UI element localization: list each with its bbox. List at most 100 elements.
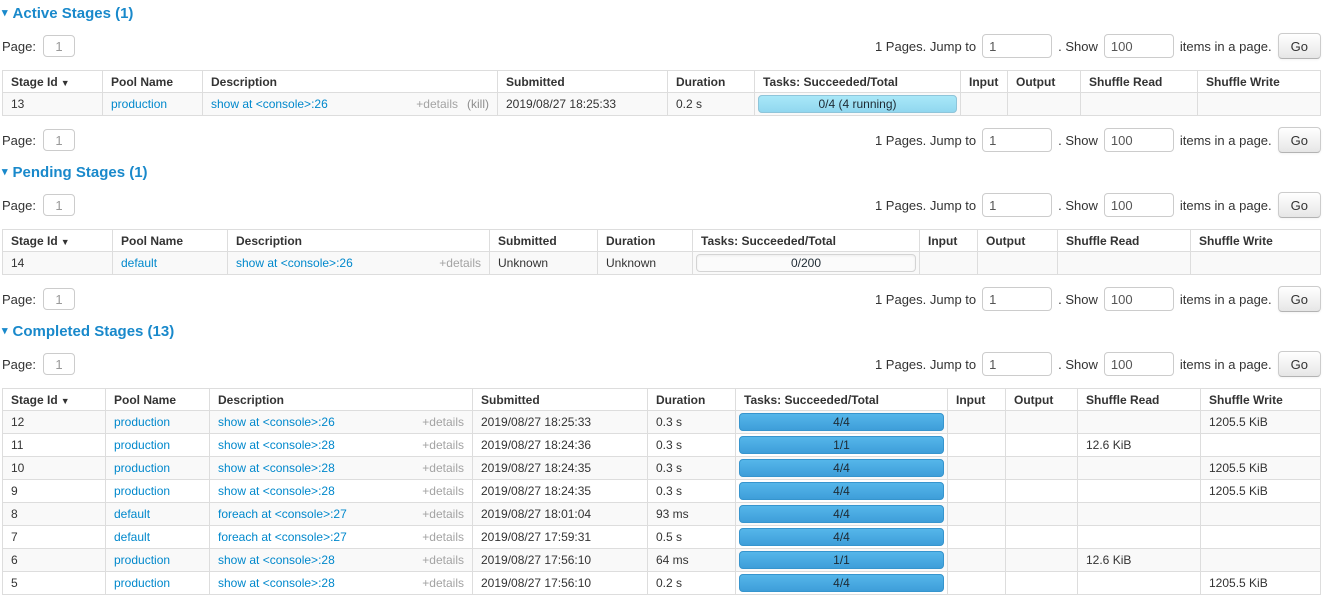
- column-header-tasks[interactable]: Tasks: Succeeded/Total: [736, 389, 948, 411]
- column-header-shuffle-read[interactable]: Shuffle Read: [1058, 230, 1191, 252]
- column-header-input[interactable]: Input: [948, 389, 1006, 411]
- pool-name-link[interactable]: production: [114, 415, 170, 429]
- column-header-shuffle-read[interactable]: Shuffle Read: [1081, 71, 1198, 93]
- pool-name-link[interactable]: default: [114, 530, 150, 544]
- details-toggle[interactable]: +details: [422, 576, 464, 590]
- stage-id-cell: 7: [3, 526, 106, 549]
- collapse-arrow-icon[interactable]: ▾: [2, 8, 8, 19]
- tasks-cell: 0/200: [693, 252, 920, 275]
- column-header-duration[interactable]: Duration: [668, 71, 755, 93]
- column-header-label: Pool Name: [111, 75, 173, 89]
- pool-name-link[interactable]: production: [114, 576, 170, 590]
- description-link[interactable]: show at <console>:28: [218, 461, 413, 475]
- description-link[interactable]: show at <console>:28: [218, 484, 413, 498]
- items-per-page-input[interactable]: [1104, 193, 1174, 217]
- column-header-description[interactable]: Description: [203, 71, 498, 93]
- details-toggle[interactable]: +details: [422, 553, 464, 567]
- items-per-page-input[interactable]: [1104, 287, 1174, 311]
- column-header-output[interactable]: Output: [1008, 71, 1081, 93]
- collapse-arrow-icon[interactable]: ▾: [2, 326, 8, 337]
- description-link[interactable]: foreach at <console>:27: [218, 530, 413, 544]
- page-number-input[interactable]: [43, 353, 75, 375]
- column-header-pool-name[interactable]: Pool Name: [103, 71, 203, 93]
- items-per-page-input[interactable]: [1104, 34, 1174, 58]
- page-number-input[interactable]: [43, 129, 75, 151]
- pool-name-link[interactable]: production: [114, 438, 170, 452]
- column-header-label: Description: [236, 234, 302, 248]
- details-toggle[interactable]: +details: [422, 415, 464, 429]
- jump-to-page-input[interactable]: [982, 287, 1052, 311]
- collapse-arrow-icon[interactable]: ▾: [2, 167, 8, 178]
- column-header-submitted[interactable]: Submitted: [498, 71, 668, 93]
- description-link[interactable]: show at <console>:26: [211, 97, 407, 111]
- stage-row: 5 production show at <console>:28 +detai…: [3, 572, 1321, 595]
- submitted-cell: 2019/08/27 18:25:33: [498, 93, 668, 116]
- column-header-shuffle-read[interactable]: Shuffle Read: [1078, 389, 1201, 411]
- column-header-duration[interactable]: Duration: [648, 389, 736, 411]
- column-header-input[interactable]: Input: [920, 230, 978, 252]
- page-number-input[interactable]: [43, 35, 75, 57]
- pool-name-link[interactable]: production: [114, 553, 170, 567]
- go-button[interactable]: Go: [1278, 127, 1321, 153]
- jump-to-page-input[interactable]: [982, 352, 1052, 376]
- column-header-tasks[interactable]: Tasks: Succeeded/Total: [755, 71, 961, 93]
- jump-to-page-input[interactable]: [982, 128, 1052, 152]
- submitted-cell: 2019/08/27 18:01:04: [473, 503, 648, 526]
- column-header-description[interactable]: Description: [210, 389, 473, 411]
- jump-to-page-input[interactable]: [982, 34, 1052, 58]
- go-button[interactable]: Go: [1278, 286, 1321, 312]
- column-header-output[interactable]: Output: [978, 230, 1058, 252]
- pool-name-link[interactable]: default: [114, 507, 150, 521]
- details-toggle[interactable]: +details: [422, 461, 464, 475]
- go-button[interactable]: Go: [1278, 192, 1321, 218]
- kill-link[interactable]: (kill): [467, 97, 489, 111]
- details-toggle[interactable]: +details: [422, 484, 464, 498]
- submitted-cell: 2019/08/27 17:59:31: [473, 526, 648, 549]
- go-button[interactable]: Go: [1278, 351, 1321, 377]
- section-title[interactable]: ▾ Completed Stages (13): [2, 323, 1321, 340]
- description-link[interactable]: show at <console>:28: [218, 553, 413, 567]
- pool-name-link[interactable]: production: [111, 97, 167, 111]
- go-button[interactable]: Go: [1278, 33, 1321, 59]
- items-per-page-input[interactable]: [1104, 128, 1174, 152]
- description-link[interactable]: show at <console>:26: [218, 415, 413, 429]
- column-header-duration[interactable]: Duration: [598, 230, 693, 252]
- column-header-submitted[interactable]: Submitted: [490, 230, 598, 252]
- column-header-shuffle-write[interactable]: Shuffle Write: [1201, 389, 1321, 411]
- column-header-tasks[interactable]: Tasks: Succeeded/Total: [693, 230, 920, 252]
- items-per-page-input[interactable]: [1104, 352, 1174, 376]
- column-header-pool-name[interactable]: Pool Name: [106, 389, 210, 411]
- pool-name-link[interactable]: default: [121, 256, 157, 270]
- column-header-label: Tasks: Succeeded/Total: [763, 75, 898, 89]
- column-header-input[interactable]: Input: [961, 71, 1008, 93]
- progress-label: 1/1: [740, 552, 943, 568]
- column-header-output[interactable]: Output: [1006, 389, 1078, 411]
- details-toggle[interactable]: +details: [439, 256, 481, 270]
- output-cell: [978, 252, 1058, 275]
- tasks-cell: 1/1: [736, 549, 948, 572]
- details-toggle[interactable]: +details: [422, 507, 464, 521]
- page-number-input[interactable]: [43, 288, 75, 310]
- column-header-description[interactable]: Description: [228, 230, 490, 252]
- description-link[interactable]: show at <console>:28: [218, 576, 413, 590]
- details-toggle[interactable]: +details: [422, 438, 464, 452]
- pagination-row-bottom: Page: 1 Pages. Jump to . Show items in a…: [2, 286, 1321, 312]
- column-header-stage-id[interactable]: Stage Id▼: [3, 389, 106, 411]
- column-header-stage-id[interactable]: Stage Id▼: [3, 230, 113, 252]
- description-link[interactable]: show at <console>:26: [236, 256, 430, 270]
- description-link[interactable]: foreach at <console>:27: [218, 507, 413, 521]
- details-toggle[interactable]: +details: [416, 97, 458, 111]
- section-title[interactable]: ▾ Pending Stages (1): [2, 164, 1321, 181]
- pool-name-link[interactable]: production: [114, 484, 170, 498]
- description-link[interactable]: show at <console>:28: [218, 438, 413, 452]
- jump-to-page-input[interactable]: [982, 193, 1052, 217]
- column-header-stage-id[interactable]: Stage Id▼: [3, 71, 103, 93]
- pool-name-link[interactable]: production: [114, 461, 170, 475]
- column-header-submitted[interactable]: Submitted: [473, 389, 648, 411]
- details-toggle[interactable]: +details: [422, 530, 464, 544]
- page-number-input[interactable]: [43, 194, 75, 216]
- column-header-shuffle-write[interactable]: Shuffle Write: [1198, 71, 1321, 93]
- column-header-pool-name[interactable]: Pool Name: [113, 230, 228, 252]
- section-title[interactable]: ▾ Active Stages (1): [2, 5, 1321, 22]
- column-header-shuffle-write[interactable]: Shuffle Write: [1191, 230, 1321, 252]
